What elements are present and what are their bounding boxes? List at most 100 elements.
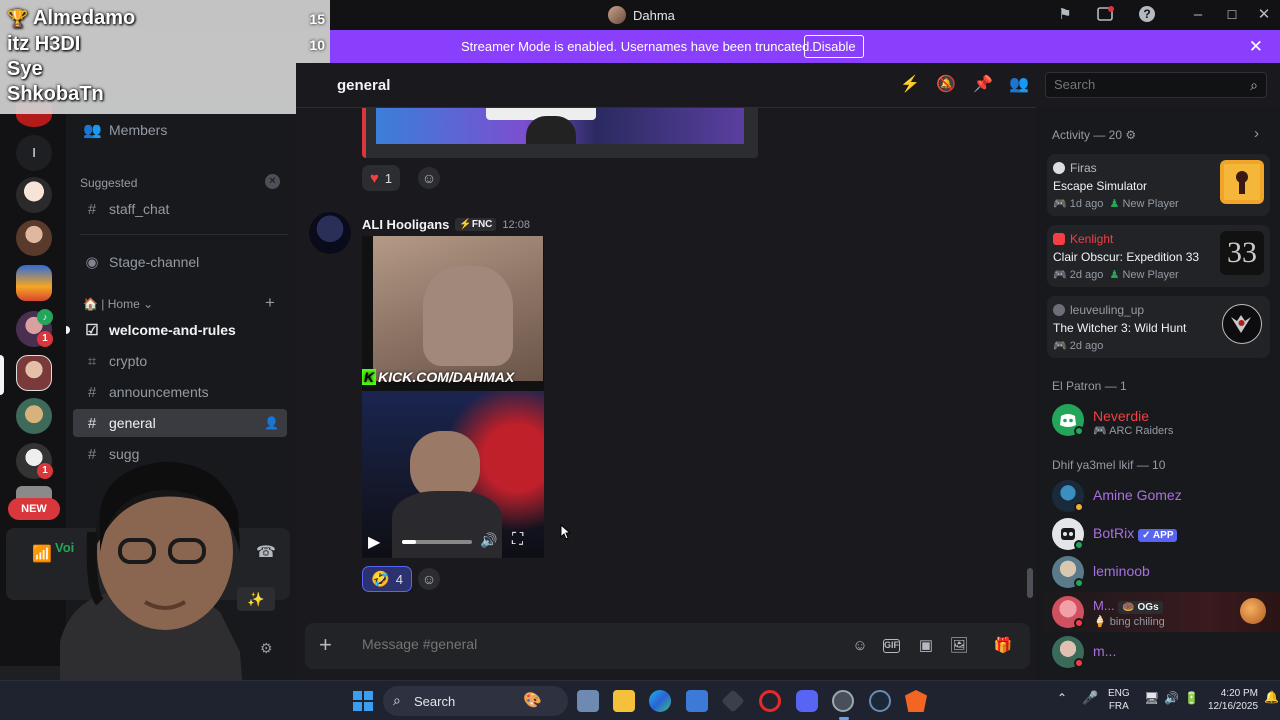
user-avatar (1053, 304, 1065, 316)
windows-start-icon[interactable] (352, 690, 374, 712)
embed-card (362, 108, 758, 158)
fullscreen-icon[interactable]: ⛶ (512, 531, 523, 549)
discord-icon[interactable] (796, 690, 818, 712)
close-icon[interactable]: ✕ (1254, 5, 1274, 25)
dismiss-suggested-icon[interactable]: ✕ (265, 174, 280, 189)
emoji-icon[interactable]: ☺ (850, 636, 870, 656)
gif-icon[interactable]: GIF (883, 639, 900, 653)
threads-icon[interactable]: ⚡ (900, 75, 920, 95)
opera-icon[interactable] (759, 690, 781, 712)
network-icon[interactable]: 🖥 (1144, 692, 1159, 705)
taskbar-search[interactable]: ⌕ Search 🎨 (383, 686, 568, 716)
channel-label: Stage-channel (109, 254, 200, 270)
video-progress-fill (402, 540, 416, 544)
server-icon[interactable] (16, 220, 52, 256)
help-icon[interactable]: ? (1137, 5, 1157, 25)
member-item[interactable]: M... 🍩 OGs 🍦 bing chiling (1052, 594, 1272, 630)
settings-gear-icon[interactable]: ⚙ (260, 640, 273, 657)
disable-button[interactable]: Disable (804, 35, 864, 58)
mute-icon[interactable]: 🔕 (936, 75, 956, 95)
maximize-icon[interactable]: ☐ (1222, 5, 1242, 25)
pin-icon[interactable]: 📌 (973, 75, 993, 95)
sidebar-item-crypto[interactable]: ⌗ crypto (73, 347, 287, 375)
sticker-icon[interactable]: ▣ (916, 636, 936, 656)
server-icon[interactable] (16, 398, 52, 434)
member-item[interactable]: BotRix ✓ APP (1052, 516, 1272, 552)
video-progress-bar[interactable] (402, 540, 472, 544)
sidebar-item-welcome-and-rules[interactable]: ☑ welcome-and-rules (73, 316, 287, 344)
video-figure (423, 266, 513, 366)
search-input[interactable] (1054, 77, 1234, 92)
server-icon[interactable]: I (16, 135, 52, 171)
flag-icon[interactable]: ⚑ (1055, 5, 1075, 25)
activity-meta: 🎮 2d ago (1053, 340, 1104, 352)
activity-card[interactable]: Kenlight Clair Obscur: Expedition 33 🎮 2… (1047, 225, 1270, 287)
play-icon[interactable]: ▶ (368, 532, 380, 552)
battery-icon[interactable]: 🔋 (1184, 692, 1199, 705)
settings-gear-icon[interactable]: ⚙ (1125, 128, 1136, 142)
member-item[interactable]: m... (1052, 634, 1272, 670)
sidebar-item-staff-chat[interactable]: # staff_chat (73, 195, 287, 223)
app-icon[interactable] (721, 689, 745, 713)
upload-plus-icon[interactable]: + (319, 633, 332, 657)
members-icon: 👥 (83, 122, 102, 139)
add-reaction-icon[interactable]: ☺ (418, 568, 440, 590)
embed-figure (526, 116, 576, 144)
add-reaction-icon[interactable]: ☺ (418, 167, 440, 189)
volume-icon[interactable]: 🔊 (480, 532, 497, 549)
image-icon[interactable]: 🖼 (949, 636, 969, 656)
language-indicator[interactable]: ENG FRA (1108, 687, 1130, 713)
member-item[interactable]: Neverdie 🎮 ARC Raiders (1052, 402, 1272, 438)
embed-image[interactable] (376, 108, 744, 144)
sidebar-item-stage-channel[interactable]: ◉ Stage-channel (73, 248, 287, 276)
scrollbar-thumb[interactable] (1027, 568, 1033, 598)
microphone-icon[interactable]: 🎤 (1082, 691, 1098, 704)
server-icon[interactable] (16, 177, 52, 213)
sidebar-item-general[interactable]: # general 👤 (73, 409, 287, 437)
close-banner-icon[interactable]: ✕ (1249, 37, 1263, 57)
avatar[interactable] (309, 212, 351, 254)
message-input[interactable] (362, 636, 822, 652)
members-link[interactable]: 👥 Members (73, 116, 287, 144)
clock[interactable]: 4:20 PM 12/16/2025 (1208, 687, 1258, 713)
soundboard-icon[interactable]: ✨ (237, 587, 275, 611)
inbox-icon[interactable] (1095, 5, 1115, 25)
search-box[interactable]: ⌕ (1045, 72, 1267, 98)
message-author[interactable]: ALI Hooligans (362, 217, 449, 232)
activity-card[interactable]: Firas Escape Simulator 🎮 1d ago ♟ New Pl… (1047, 154, 1270, 216)
speaker-icon: ♪ (37, 309, 53, 325)
member-list-icon[interactable]: 👥 (1009, 75, 1029, 95)
obs-icon[interactable] (832, 690, 854, 712)
activity-header[interactable]: Activity — 20 ⚙ (1052, 128, 1136, 142)
volume-icon[interactable]: 🔊 (1164, 692, 1179, 705)
video-attachment[interactable]: K KICK.COM/DAHMAX ▶ 🔊 ⛶ (362, 236, 544, 558)
server-icon[interactable] (16, 265, 52, 301)
server-icon[interactable] (16, 355, 52, 391)
activity-card[interactable]: leuveuling_up The Witcher 3: Wild Hunt 🎮… (1047, 296, 1270, 358)
task-view-icon[interactable] (577, 690, 599, 712)
hash-icon: # (87, 414, 97, 432)
sidebar-item-announcements[interactable]: # announcements (73, 378, 287, 406)
gift-icon[interactable]: 🎁 (993, 636, 1013, 656)
store-icon[interactable] (686, 690, 708, 712)
notifications-icon[interactable]: 🔔 (1264, 691, 1279, 704)
member-status: 🍦 bing chiling (1093, 616, 1165, 628)
chevron-up-icon[interactable]: ⌃ (1057, 692, 1067, 705)
steam-icon[interactable] (869, 690, 891, 712)
member-item[interactable]: leminoob (1052, 554, 1272, 590)
heart-reaction[interactable]: ♥ 1 (362, 165, 401, 191)
chevron-right-icon[interactable]: › (1254, 125, 1259, 142)
member-item[interactable]: Amine Gomez (1052, 478, 1272, 514)
reaction-count: 4 (395, 571, 403, 587)
minimize-icon[interactable]: – (1188, 5, 1208, 25)
laugh-reaction[interactable]: 🤣 4 (362, 566, 412, 592)
activity-game: Clair Obscur: Expedition 33 (1053, 250, 1200, 264)
leaderboard-row: itz H3DI 10 (7, 33, 325, 58)
user-avatar (1053, 233, 1065, 245)
add-channel-icon[interactable]: + (265, 293, 275, 313)
brave-icon[interactable] (905, 690, 927, 712)
file-explorer-icon[interactable] (613, 690, 635, 712)
category-home[interactable]: 🏠 | Home ⌄ (83, 297, 153, 311)
invite-icon[interactable]: 👤 (264, 416, 279, 430)
edge-icon[interactable] (649, 690, 671, 712)
